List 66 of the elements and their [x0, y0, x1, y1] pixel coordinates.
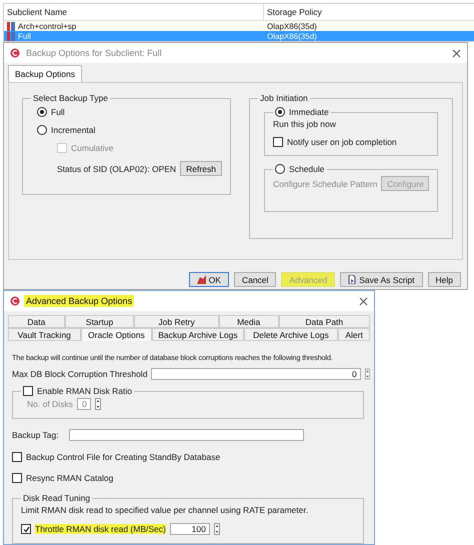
- tab[interactable]: Startup: [64, 315, 134, 328]
- logo-icon: [10, 48, 20, 58]
- table-cell: Arch+control+sp: [18, 22, 76, 30]
- table-row[interactable]: Arch+control+sp OlapX86(35d): [4, 21, 474, 31]
- checkbox-label: Notify user on job completion: [287, 137, 397, 147]
- column-header[interactable]: Storage Policy: [264, 4, 474, 20]
- checkbox-label: Throttle RMAN disk read (MB/Sec): [35, 524, 166, 534]
- window-title: Backup Options for Subclient: Full: [25, 47, 163, 59]
- radio-button[interactable]: [275, 107, 286, 117]
- tab[interactable]: Data: [8, 315, 65, 328]
- checkbox-label: Enable RMAN Disk Ratio: [37, 386, 132, 396]
- checkbox[interactable]: [23, 386, 33, 396]
- field-label: Max DB Block Corruption Threshold: [12, 369, 148, 379]
- radio-button[interactable]: [37, 107, 47, 117]
- tab[interactable]: Delete Archive Logs: [244, 328, 338, 341]
- tab[interactable]: Oracle Options: [80, 328, 152, 341]
- checkbox[interactable]: [21, 524, 31, 534]
- checkbox-label: Backup Control File for Creating StandBy Database: [26, 452, 220, 462]
- checkbox-label: Cumulative: [71, 143, 114, 153]
- close-icon[interactable]: [452, 48, 461, 58]
- spinner-arrows-icon[interactable]: [214, 523, 220, 535]
- refresh-button[interactable]: Refresh: [180, 161, 222, 176]
- tab[interactable]: Job Retry: [134, 315, 219, 328]
- tab[interactable]: Backup Archive Logs: [152, 328, 244, 341]
- group-title: Job Initiation: [259, 93, 309, 103]
- radio-button[interactable]: [37, 125, 47, 135]
- dialog-button[interactable]: Help: [428, 272, 461, 287]
- table-cell: OlapX86(35d): [267, 22, 317, 30]
- ok-button[interactable]: OK: [188, 272, 229, 287]
- description-text: Run this job now: [273, 119, 337, 129]
- checkbox[interactable]: [12, 452, 22, 462]
- backup-tag-field[interactable]: [68, 429, 304, 441]
- option-label: Immediate: [289, 107, 329, 117]
- flag-icon: [196, 275, 206, 284]
- tab[interactable]: Backup Options: [8, 65, 82, 82]
- column-header[interactable]: Subclient Name: [4, 4, 264, 20]
- checkbox[interactable]: [273, 137, 284, 147]
- option-label: Schedule: [289, 164, 324, 174]
- checkbox-label: Resync RMAN Catalog: [26, 473, 114, 483]
- tab[interactable]: Alert: [338, 328, 370, 341]
- spinner-arrows-icon[interactable]: [364, 368, 370, 380]
- dialog-button[interactable]: Cancel: [234, 272, 276, 287]
- field-label: Backup Tag:: [12, 430, 59, 440]
- logo-icon: [10, 296, 20, 306]
- spinner-arrows-icon[interactable]: [94, 398, 101, 410]
- group-title: Disk Read Tuning: [22, 493, 92, 503]
- status-text: Status of SID (OLAP02): OPEN: [57, 164, 176, 174]
- group-title: Select Backup Type: [32, 93, 109, 103]
- description-text: Limit RMAN disk read to specified value per channel using RATE parameter.: [21, 505, 310, 515]
- window-title: Advanced Backup Options: [24, 295, 134, 307]
- save-script-button[interactable]: Save As Script: [340, 272, 423, 287]
- table-cell: Full: [18, 32, 31, 40]
- close-icon[interactable]: [359, 296, 368, 306]
- option-label: Full: [51, 107, 65, 117]
- tab[interactable]: Data Path: [278, 315, 370, 328]
- option-label: Incremental: [51, 125, 96, 135]
- disks-field[interactable]: 0: [76, 398, 91, 410]
- checkbox[interactable]: [12, 473, 22, 483]
- description-text: Configure Schedule Pattern: [273, 178, 378, 188]
- tab[interactable]: Vault Tracking: [8, 328, 81, 341]
- document-icon: [348, 275, 356, 284]
- field-label: No. of Disks: [27, 399, 73, 409]
- throttle-field[interactable]: 100: [170, 523, 210, 535]
- table-cell: OlapX86(35d): [267, 32, 317, 40]
- tab[interactable]: Media: [218, 315, 278, 328]
- threshold-field[interactable]: 0: [151, 368, 361, 380]
